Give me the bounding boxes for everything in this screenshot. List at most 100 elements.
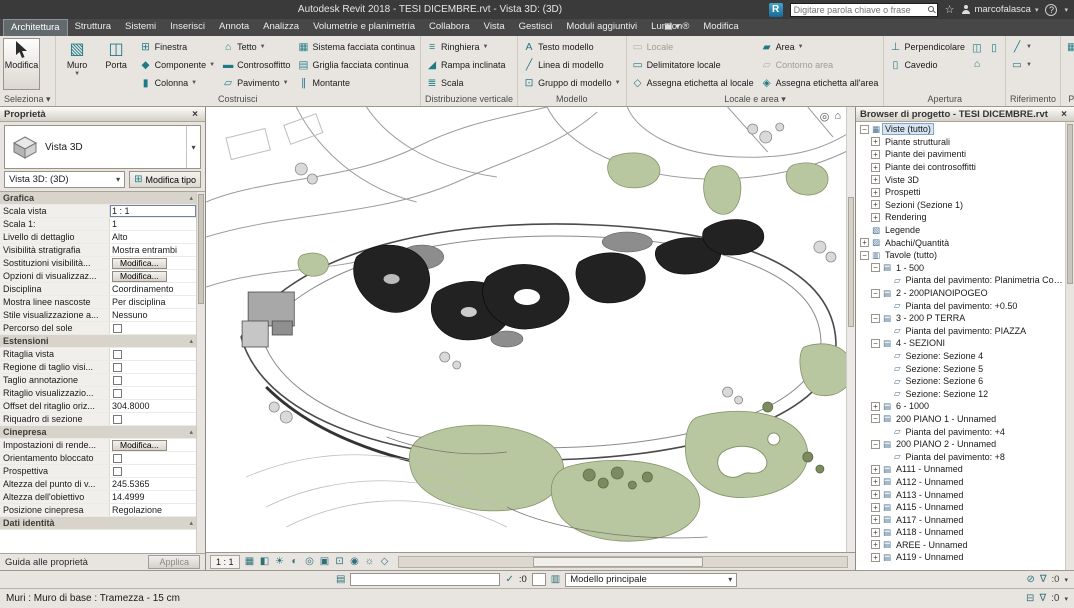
apply-button[interactable]: Applica: [148, 555, 200, 569]
property-value-cell[interactable]: Mostra entrambi: [110, 244, 196, 256]
property-checkbox[interactable]: [113, 350, 122, 359]
expand-icon[interactable]: +: [871, 515, 880, 524]
expand-icon[interactable]: +: [871, 540, 880, 549]
properties-scrollbar[interactable]: [196, 192, 205, 553]
search-input[interactable]: [790, 3, 938, 17]
tree-item[interactable]: − ▦ Viste (tutto): [856, 123, 1065, 136]
ribbon-tab[interactable]: Gestisci: [512, 19, 560, 36]
chevron-down-icon[interactable]: ▾: [1064, 595, 1068, 603]
modify-value-button[interactable]: Modifica...: [112, 440, 167, 451]
shadows-icon[interactable]: ◐: [288, 555, 302, 569]
design-option-select[interactable]: Modello principale ▾: [565, 573, 737, 587]
property-value-cell[interactable]: Modifica...: [110, 257, 196, 269]
reference-plane-tool[interactable]: ▭ ▼: [1009, 56, 1034, 73]
property-checkbox[interactable]: [113, 415, 122, 424]
tree-item[interactable]: ▱ Pianta del pavimento: +4: [856, 425, 1065, 438]
tree-item[interactable]: − ▤ 3 - 200 P TERRA: [856, 312, 1065, 325]
ribbon-tab[interactable]: Inserisci: [163, 19, 212, 36]
wall-opening-icon[interactable]: ◫: [970, 41, 984, 55]
tree-item[interactable]: − ▤ 4 - SEZIONI: [856, 337, 1065, 350]
component-tool[interactable]: ◆ Componente ▼: [138, 56, 218, 73]
expand-icon[interactable]: +: [871, 528, 880, 537]
tree-item[interactable]: ▧ Legende: [856, 224, 1065, 237]
area-tool[interactable]: ▰ Area ▼: [759, 38, 881, 55]
collapse-icon[interactable]: −: [871, 289, 880, 298]
type-selector[interactable]: Vista 3D ▾: [4, 125, 201, 169]
tree-item[interactable]: ▱ Pianta del pavimento: +0.50: [856, 299, 1065, 312]
tag-room-tool[interactable]: ◇ Assegna etichetta al locale: [630, 74, 756, 91]
help-menu-chevron-icon[interactable]: ▾: [1064, 6, 1068, 14]
collapse-icon[interactable]: −: [860, 125, 869, 134]
properties-help-link[interactable]: Guida alle proprietà: [5, 557, 144, 568]
collapse-icon[interactable]: −: [860, 251, 869, 260]
property-section-header[interactable]: Estensioni ▴: [0, 335, 196, 347]
visual-style-icon[interactable]: ◧: [258, 555, 272, 569]
collapse-icon[interactable]: −: [871, 414, 880, 423]
tree-item[interactable]: ▱ Sezione: Sezione 12: [856, 387, 1065, 400]
locked-3d-view-icon[interactable]: ◇: [378, 555, 392, 569]
property-value-cell[interactable]: 245.5365: [110, 478, 196, 490]
horizontal-scrollbar[interactable]: [398, 556, 848, 568]
property-value-cell[interactable]: [110, 452, 196, 464]
room-separator-tool[interactable]: ▭ Delimitatore locale: [630, 56, 756, 73]
tree-item[interactable]: + ▤ A118 - Unnamed: [856, 526, 1065, 539]
tree-item[interactable]: + ▤ A117 - Unnamed: [856, 513, 1065, 526]
property-value-cell[interactable]: [110, 465, 196, 477]
roof-tool[interactable]: ⌂ Tetto ▼: [220, 38, 292, 55]
expand-icon[interactable]: +: [871, 175, 880, 184]
property-value-cell[interactable]: Coordinamento: [110, 283, 196, 295]
scrollbar-thumb[interactable]: [198, 194, 204, 304]
property-section-header[interactable]: Dati identità ▴: [0, 517, 196, 529]
ribbon-tab[interactable]: Collabora: [422, 19, 477, 36]
property-value-cell[interactable]: 304.8000: [110, 400, 196, 412]
property-value-cell[interactable]: 1: [110, 218, 196, 230]
tree-item[interactable]: ▱ Pianta del pavimento: +8: [856, 450, 1065, 463]
tree-item[interactable]: + Piante strutturali: [856, 136, 1065, 149]
property-value-cell[interactable]: 1 : 1: [110, 205, 196, 217]
browser-scrollbar[interactable]: [1065, 122, 1074, 570]
ribbon-tab[interactable]: Annota: [212, 19, 256, 36]
tree-item[interactable]: + ▤ A111 - Unnamed: [856, 463, 1065, 476]
property-checkbox[interactable]: [113, 363, 122, 372]
ribbon-options-icon[interactable]: ▣: [664, 21, 673, 32]
tree-item[interactable]: ▱ Sezione: Sezione 4: [856, 350, 1065, 363]
tree-item[interactable]: − ▥ Tavole (tutto): [856, 249, 1065, 262]
collapse-icon[interactable]: −: [871, 263, 880, 272]
home-icon[interactable]: ⌂: [834, 110, 841, 123]
tree-item[interactable]: ▱ Sezione: Sezione 6: [856, 375, 1065, 388]
expand-icon[interactable]: +: [871, 402, 880, 411]
tree-item[interactable]: + Sezioni (Sezione 1): [856, 199, 1065, 212]
property-value-cell[interactable]: [110, 348, 196, 360]
expand-icon[interactable]: +: [871, 137, 880, 146]
select-filter-icon[interactable]: ∇: [1039, 593, 1046, 604]
expand-icon[interactable]: +: [871, 188, 880, 197]
account-menu[interactable]: marcofalasca ▾: [961, 4, 1038, 15]
vertical-scrollbar[interactable]: [846, 107, 855, 552]
collapse-icon[interactable]: −: [871, 314, 880, 323]
property-value-cell[interactable]: Modifica...: [110, 439, 196, 451]
tree-item[interactable]: + Piante dei pavimenti: [856, 148, 1065, 161]
curtain-grid-tool[interactable]: ▤ Griglia facciata continua: [295, 56, 417, 73]
property-value-cell[interactable]: [110, 374, 196, 386]
temporary-hide-isolate-icon[interactable]: ◉: [348, 555, 362, 569]
room-tool[interactable]: ▭ Locale: [630, 38, 756, 55]
property-value-cell[interactable]: [110, 322, 196, 334]
active-workset-field[interactable]: [350, 573, 500, 586]
ribbon-tab[interactable]: Struttura: [68, 19, 118, 36]
exclude-options-icon[interactable]: ⊘: [1026, 574, 1034, 585]
scale-control[interactable]: 1 : 1: [210, 555, 240, 569]
expand-icon[interactable]: +: [871, 553, 880, 562]
ribbon-tab[interactable]: Moduli aggiuntivi: [559, 19, 644, 36]
crop-view-icon[interactable]: ▣: [318, 555, 332, 569]
tree-item[interactable]: − ▤ 200 PIANO 1 - Unnamed: [856, 413, 1065, 426]
expand-icon[interactable]: +: [871, 163, 880, 172]
ribbon-tab[interactable]: Architettura: [3, 19, 68, 36]
property-value-cell[interactable]: Modifica...: [110, 270, 196, 282]
chevron-down-icon[interactable]: ▾: [1064, 576, 1068, 584]
ribbon-tab[interactable]: Analizza: [256, 19, 306, 36]
property-value-cell[interactable]: [110, 387, 196, 399]
tree-item[interactable]: ▱ Pianta del pavimento: PIAZZA: [856, 325, 1065, 338]
expand-icon[interactable]: +: [871, 490, 880, 499]
vertical-opening-icon[interactable]: ▯: [987, 41, 1001, 55]
tree-item[interactable]: + ▤ A112 - Unnamed: [856, 476, 1065, 489]
